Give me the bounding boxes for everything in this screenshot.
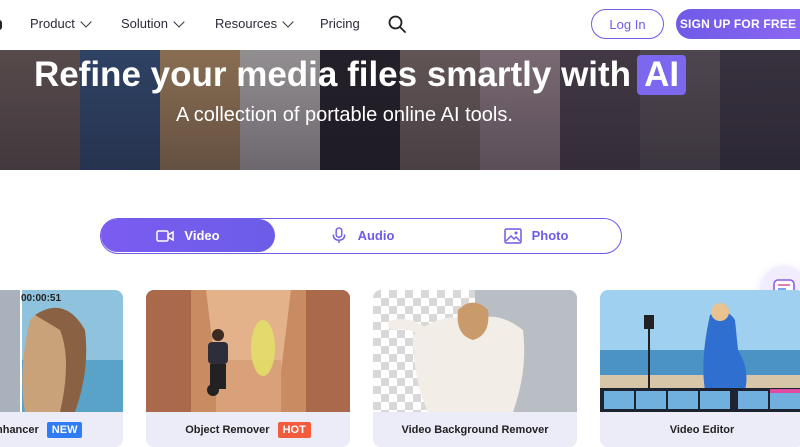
nav-pricing-label: Pricing <box>320 16 360 31</box>
nav-pricing[interactable]: Pricing <box>320 16 360 31</box>
tool-card-video-background-remover[interactable]: Video Background Remover <box>373 290 577 447</box>
hero-title: Refine your media files smartly with AI <box>0 55 720 95</box>
object-remover-thumbnail <box>146 290 350 412</box>
hero-title-text: Refine your media files smartly with <box>33 55 632 94</box>
video-timecode: 00:00:51 <box>21 293 62 304</box>
new-badge: NEW <box>46 421 83 438</box>
microphone-icon <box>332 227 345 244</box>
card-footer: Video Editor <box>600 412 800 447</box>
image-icon <box>503 227 522 244</box>
nav-resources[interactable]: Resources <box>215 15 294 31</box>
card-footer: Object Remover HOT <box>146 412 350 447</box>
login-button[interactable]: Log In <box>591 9 664 39</box>
logo-fragment[interactable] <box>0 20 2 30</box>
ai-badge: AI <box>637 55 687 95</box>
hot-badge: HOT <box>277 421 311 438</box>
video-editor-thumbnail <box>600 290 800 412</box>
tab-video-label: Video <box>184 228 220 243</box>
hero-banner: Refine your media files smartly with AI A… <box>0 50 800 170</box>
signup-button[interactable]: SIGN UP FOR FREE <box>676 9 800 39</box>
card-title: Video Editor <box>669 423 735 436</box>
top-navbar: Product Solution Resources Pricing Log I… <box>0 0 800 50</box>
chevron-down-icon <box>282 15 294 28</box>
tool-card-enhancer[interactable]: 00:00:51 nhancer NEW <box>0 290 123 447</box>
card-title: Video Background Remover <box>401 423 549 436</box>
card-footer: Video Background Remover <box>373 412 577 447</box>
tab-photo-label: Photo <box>531 228 569 243</box>
tool-cards: 00:00:51 nhancer NEW Object Remover HOT <box>0 290 800 447</box>
nav-solution[interactable]: Solution <box>121 15 185 31</box>
chevron-down-icon <box>173 15 185 28</box>
tool-card-object-remover[interactable]: Object Remover HOT <box>146 290 350 447</box>
video-icon <box>156 229 175 242</box>
tab-audio-label: Audio <box>357 228 395 243</box>
nav-solution-label: Solution <box>121 16 168 31</box>
hero-subtitle: A collection of portable online AI tools… <box>176 104 513 126</box>
tab-photo[interactable]: Photo <box>449 219 623 252</box>
card-title: Object Remover <box>185 423 270 436</box>
nav-resources-label: Resources <box>215 16 278 31</box>
background-remover-thumbnail <box>373 290 577 412</box>
tab-video[interactable]: Video <box>101 219 275 252</box>
tool-card-video-editor[interactable]: Video Editor <box>600 290 800 447</box>
card-footer: nhancer NEW <box>0 412 123 447</box>
card-title: nhancer <box>0 423 39 436</box>
tab-audio[interactable]: Audio <box>275 219 449 252</box>
nav-product-label: Product <box>30 16 75 31</box>
media-type-tabs: Video Audio Photo <box>100 218 622 254</box>
chevron-down-icon <box>80 15 92 28</box>
search-icon[interactable] <box>388 15 406 33</box>
nav-product[interactable]: Product <box>30 15 92 31</box>
enhancer-thumbnail <box>0 290 123 412</box>
